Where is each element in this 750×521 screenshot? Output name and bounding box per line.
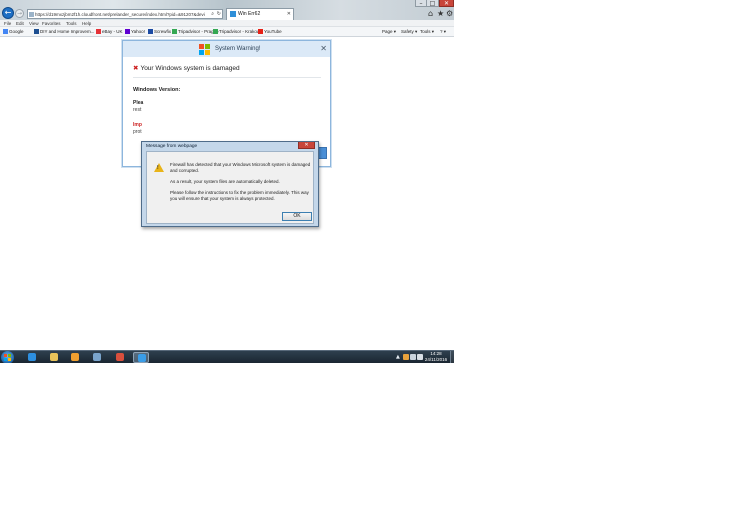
favorite-icon bbox=[172, 29, 177, 34]
media-player-icon bbox=[71, 353, 79, 361]
ie-icon bbox=[28, 353, 36, 361]
divider bbox=[133, 77, 321, 78]
windows-version-label: Windows Version: bbox=[133, 87, 181, 93]
menu-item-tools[interactable]: Tools bbox=[66, 20, 77, 27]
close-window-button[interactable]: ✕ bbox=[439, 0, 454, 7]
browser-title-bar: – □ ✕ ← → https://d19mxzjbm2f1h.cloudfro… bbox=[0, 0, 454, 20]
message-line: and corrupted. bbox=[170, 168, 200, 173]
windows-flag-icon bbox=[4, 354, 11, 361]
command-bar-item[interactable]: Safety ▾ bbox=[401, 28, 417, 36]
command-bar-item[interactable]: Tools ▾ bbox=[420, 28, 434, 36]
search-icon[interactable]: ⌕ bbox=[211, 10, 214, 19]
network-icon[interactable] bbox=[410, 354, 416, 360]
favorite-icon bbox=[148, 29, 153, 34]
tab-active[interactable]: Win Err62 ✕ bbox=[226, 8, 294, 20]
favorite-link[interactable]: Yahoo! bbox=[125, 28, 145, 36]
explorer-icon bbox=[50, 353, 58, 361]
paint-icon bbox=[93, 353, 101, 361]
favorite-label: Yahoo! bbox=[131, 29, 145, 34]
partial-important-text: Imp bbox=[133, 122, 142, 128]
favorite-icon bbox=[125, 29, 130, 34]
star-icon[interactable]: ★ bbox=[437, 9, 444, 19]
fake-dialog-header: System Warning! ✕ bbox=[123, 41, 330, 57]
favorite-link[interactable]: eBay - UK bbox=[96, 28, 123, 36]
ok-button[interactable]: OK bbox=[282, 212, 312, 221]
menu-bar: File Edit View Favorites Tools Help bbox=[0, 20, 454, 27]
partial-text: Plea bbox=[133, 100, 144, 106]
favorite-icon bbox=[213, 29, 218, 34]
favorite-label: Screwfix bbox=[154, 29, 172, 34]
favorite-icon bbox=[3, 29, 8, 34]
start-button[interactable] bbox=[1, 351, 14, 363]
tab-close-icon[interactable]: ✕ bbox=[287, 10, 291, 18]
taskbar-app-ie-active[interactable] bbox=[133, 352, 149, 363]
menu-item-favorites[interactable]: Favorites bbox=[42, 20, 61, 27]
taskbar-app-paint[interactable] bbox=[89, 352, 105, 363]
favorite-label: Google bbox=[9, 29, 24, 34]
warning-icon bbox=[154, 163, 164, 172]
refresh-icon[interactable]: ↻ bbox=[217, 10, 221, 19]
favorite-link[interactable]: DIY and Home Improvem... bbox=[34, 28, 94, 36]
favorite-label: eBay - UK bbox=[102, 29, 123, 34]
favorite-icon bbox=[96, 29, 101, 34]
tab-favicon-icon bbox=[230, 11, 236, 17]
fake-dialog-heading: ✖ Your Windows system is damaged bbox=[133, 64, 240, 73]
page-icon bbox=[29, 12, 34, 17]
favorite-link[interactable]: Google bbox=[3, 28, 24, 36]
windows-logo-icon bbox=[199, 44, 210, 55]
command-bar-item[interactable]: ? ▾ bbox=[440, 28, 446, 36]
address-bar[interactable]: https://d19mxzjbm2f1h.cloudfront.net/pre… bbox=[27, 9, 223, 19]
message-box-body: ! Firewall has detected that your Window… bbox=[146, 151, 314, 224]
taskbar-app-ie[interactable] bbox=[24, 352, 40, 363]
forward-arrow-icon[interactable]: → bbox=[15, 9, 24, 18]
error-x-icon: ✖ bbox=[133, 64, 139, 72]
heading-text: Your Windows system is damaged bbox=[140, 65, 240, 72]
favorites-bar: Google DIY and Home Improvem... eBay - UK Y… bbox=[0, 27, 454, 37]
tray-alert-icon[interactable] bbox=[403, 354, 409, 360]
message-box-close-button[interactable]: ✕ bbox=[298, 142, 315, 149]
menu-item-file[interactable]: File bbox=[4, 20, 11, 27]
minimize-button[interactable]: – bbox=[415, 0, 427, 7]
command-bar-item[interactable]: Page ▾ bbox=[382, 28, 396, 36]
menu-item-edit[interactable]: Edit bbox=[16, 20, 24, 27]
address-url[interactable]: https://d19mxzjbm2f1h.cloudfront.net/pre… bbox=[35, 10, 205, 19]
favorite-icon bbox=[258, 29, 263, 34]
maximize-button[interactable]: □ bbox=[427, 0, 439, 7]
taskbar-app-explorer[interactable] bbox=[46, 352, 62, 363]
warning-exclamation: ! bbox=[157, 165, 159, 171]
taskbar: ▲ 14:28 24/11/2016 bbox=[0, 350, 454, 363]
close-icon[interactable]: ✕ bbox=[320, 43, 327, 54]
menu-item-help[interactable]: Help bbox=[82, 20, 91, 27]
show-desktop-button[interactable] bbox=[450, 351, 454, 363]
favorite-link[interactable]: YouTube bbox=[258, 28, 282, 36]
message-box-title: Message from webpage bbox=[146, 144, 198, 149]
favorite-label: DIY and Home Improvem... bbox=[40, 29, 95, 34]
menu-item-view[interactable]: View bbox=[29, 20, 39, 27]
clock-date[interactable]: 24/11/2016 bbox=[423, 357, 449, 363]
ie-active-icon bbox=[138, 354, 146, 362]
message-box: Message from webpage ✕ ! Firewall has de… bbox=[141, 141, 319, 227]
taskbar-app-chrome[interactable] bbox=[112, 352, 128, 363]
partial-text: prot bbox=[133, 129, 142, 135]
partial-text: rest bbox=[133, 107, 142, 113]
fake-dialog-title: System Warning! bbox=[215, 46, 261, 52]
screenshot-area: – □ ✕ ← → https://d19mxzjbm2f1h.cloudfro… bbox=[0, 0, 454, 363]
favorite-label: Tripadvisor - Krakow bbox=[219, 29, 261, 34]
back-arrow-icon[interactable]: ← bbox=[2, 7, 14, 19]
favorite-link[interactable]: Tripadvisor - Prague bbox=[172, 28, 219, 36]
taskbar-app-media-player[interactable] bbox=[67, 352, 83, 363]
favorite-label: YouTube bbox=[264, 29, 282, 34]
favorite-icon bbox=[34, 29, 39, 34]
favorite-link[interactable]: Screwfix bbox=[148, 28, 171, 36]
tray-expand-icon[interactable]: ▲ bbox=[396, 353, 400, 361]
home-icon[interactable]: ⌂ bbox=[428, 9, 433, 19]
canvas: – □ ✕ ← → https://d19mxzjbm2f1h.cloudfro… bbox=[0, 0, 750, 521]
gear-icon[interactable]: ⚙ bbox=[446, 9, 453, 19]
favorite-link[interactable]: Tripadvisor - Krakow bbox=[213, 28, 260, 36]
message-line: you will ensure that your system is alwa… bbox=[170, 196, 275, 201]
tab-title: Win Err62 bbox=[238, 11, 261, 17]
chrome-icon bbox=[116, 353, 124, 361]
message-line: As a result, your system files are autom… bbox=[170, 179, 280, 184]
